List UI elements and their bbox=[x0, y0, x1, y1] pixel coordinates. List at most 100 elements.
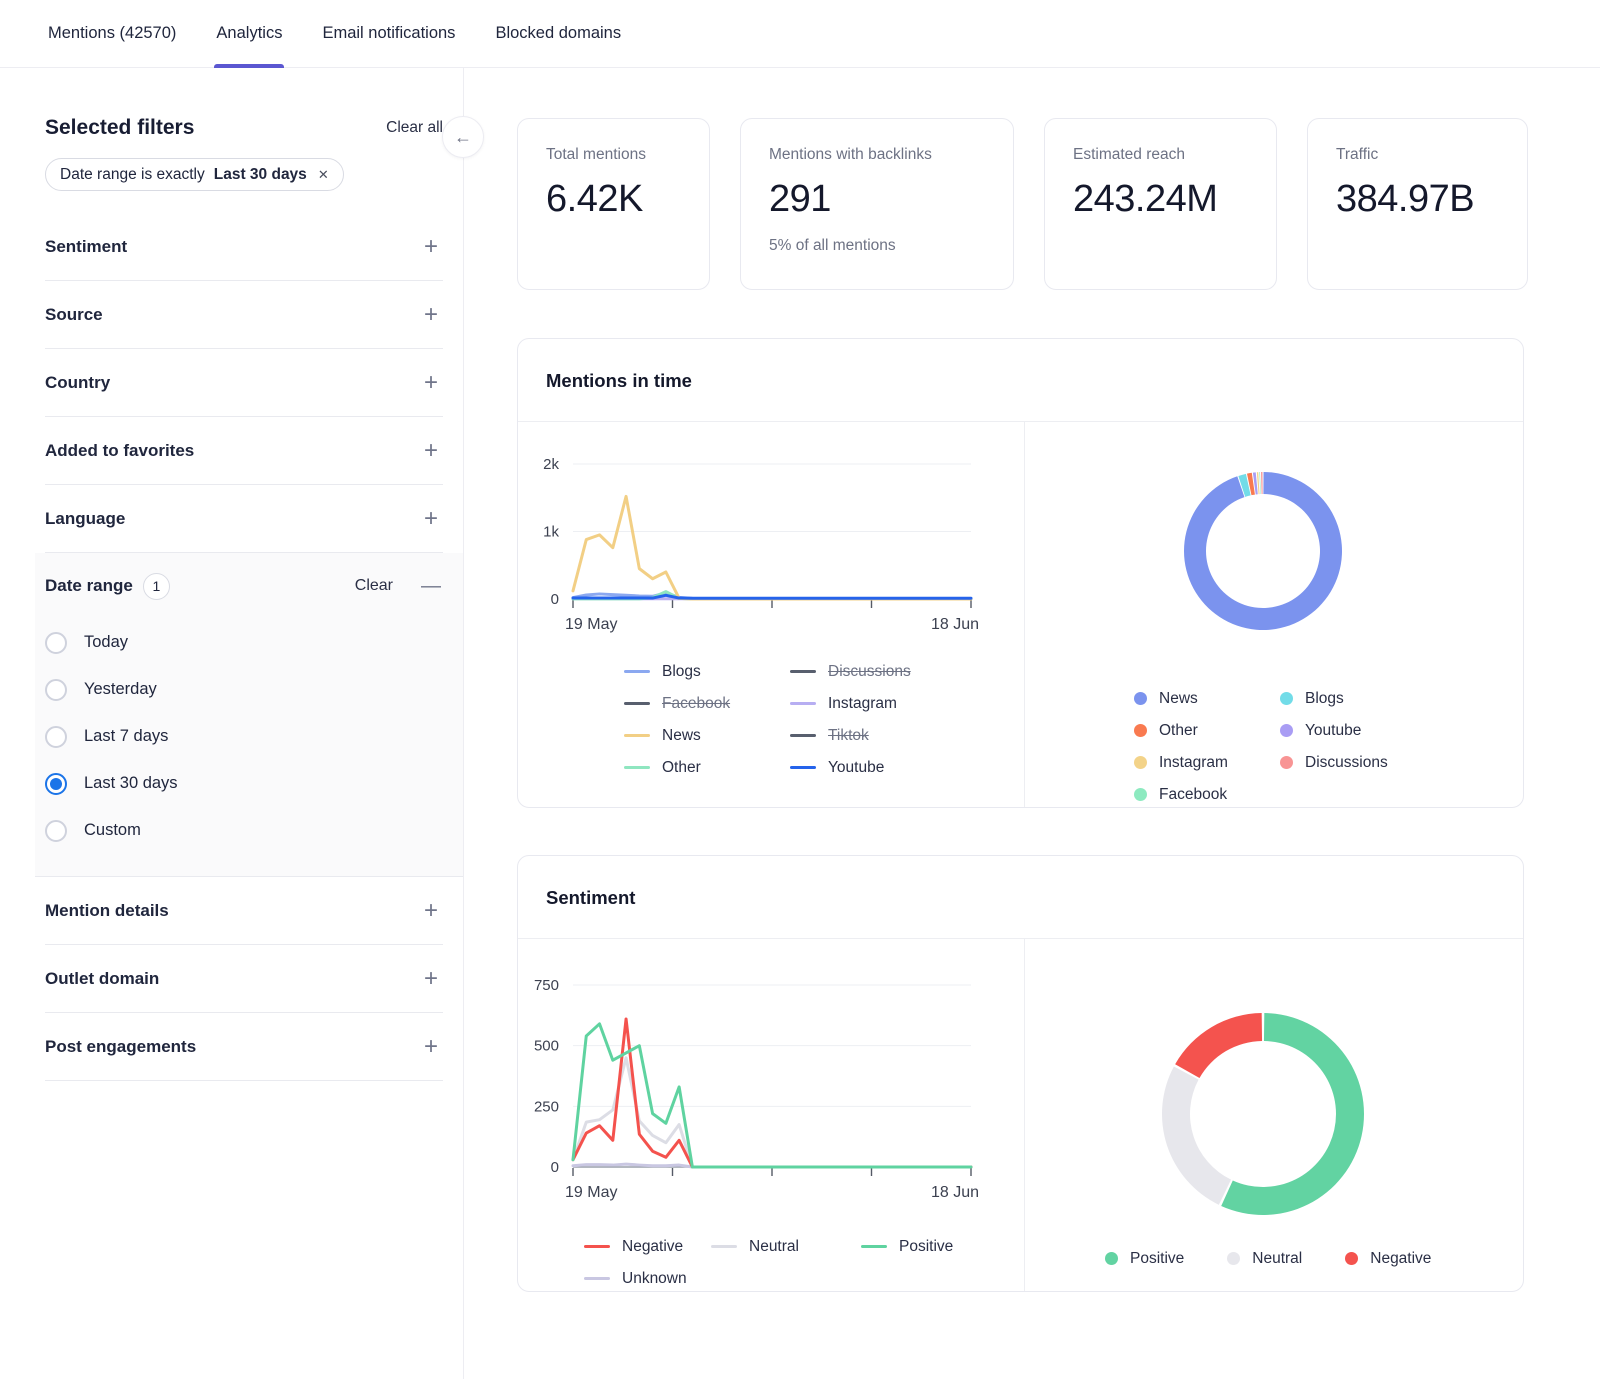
tab-email-notifications[interactable]: Email notifications bbox=[322, 0, 455, 68]
legend-marker bbox=[624, 702, 650, 705]
legend-item-other[interactable]: Other bbox=[1134, 718, 1280, 743]
plus-icon[interactable]: + bbox=[419, 899, 443, 923]
filter-chip[interactable]: Date range is exactly Last 30 days ✕ bbox=[45, 158, 344, 191]
legend-label: Youtube bbox=[828, 759, 884, 777]
close-icon[interactable]: ✕ bbox=[318, 167, 329, 183]
legend-marker bbox=[861, 1245, 887, 1248]
legend-item-tiktok[interactable]: Tiktok bbox=[790, 723, 970, 748]
radio-button[interactable] bbox=[45, 679, 67, 701]
filter-section-added-to-favorites[interactable]: Added to favorites + bbox=[45, 417, 443, 485]
filter-section-mention-details[interactable]: Mention details + bbox=[45, 877, 443, 945]
filter-sections-bottom: Mention details+Outlet domain+Post engag… bbox=[45, 877, 443, 1081]
collapse-sidebar-button[interactable]: ← bbox=[442, 116, 484, 158]
tab-blocked-domains[interactable]: Blocked domains bbox=[495, 0, 621, 68]
radio-label: Today bbox=[84, 633, 128, 652]
plus-icon[interactable]: + bbox=[419, 1035, 443, 1059]
legend-item-youtube[interactable]: Youtube bbox=[790, 755, 970, 780]
date-option-yesterday[interactable]: Yesterday bbox=[45, 666, 443, 713]
date-option-custom[interactable]: Custom bbox=[45, 807, 443, 854]
legend-marker bbox=[624, 766, 650, 769]
filter-section-post-engagements[interactable]: Post engagements+ bbox=[45, 1013, 443, 1081]
legend-label: Tiktok bbox=[828, 727, 869, 745]
legend-label: Instagram bbox=[1159, 754, 1228, 772]
legend-item-news[interactable]: News bbox=[1134, 686, 1280, 711]
radio-button[interactable] bbox=[45, 632, 67, 654]
stat-card-estimated-reach: Estimated reach243.24M bbox=[1044, 118, 1277, 290]
legend-item-blogs[interactable]: Blogs bbox=[624, 659, 790, 684]
filter-section-language[interactable]: Language+ bbox=[45, 485, 443, 553]
legend-item-positive[interactable]: Positive bbox=[861, 1234, 1011, 1259]
legend-item-facebook[interactable]: Facebook bbox=[1134, 782, 1280, 807]
tab-analytics[interactable]: Analytics bbox=[216, 0, 282, 68]
mentions-source-donut bbox=[1025, 422, 1525, 665]
legend-label: Youtube bbox=[1305, 722, 1361, 740]
legend-item-negative[interactable]: Negative bbox=[584, 1234, 711, 1259]
legend-item-negative[interactable]: Negative bbox=[1345, 1246, 1431, 1271]
legend-item-neutral[interactable]: Neutral bbox=[1227, 1246, 1302, 1271]
legend-item-youtube[interactable]: Youtube bbox=[1280, 718, 1450, 743]
svg-text:0: 0 bbox=[551, 1159, 559, 1176]
date-range-options: Today YesterdayLast 7 daysLast 30 daysCus… bbox=[45, 619, 443, 854]
legend-item-instagram[interactable]: Instagram bbox=[790, 691, 970, 716]
mentions-line-chart: 2k1k019 May18 Jun bbox=[518, 422, 1024, 637]
arrow-left-icon: ← bbox=[454, 127, 472, 148]
stats-row: Total mentions6.42KMentions with backlin… bbox=[517, 118, 1600, 290]
sentiment-donut bbox=[1025, 939, 1525, 1229]
legend-label: Instagram bbox=[828, 695, 897, 713]
plus-icon[interactable]: + bbox=[419, 967, 443, 991]
legend-item-instagram[interactable]: Instagram bbox=[1134, 750, 1280, 775]
radio-button[interactable] bbox=[45, 726, 67, 748]
selected-filters-title: Selected filters bbox=[45, 116, 194, 140]
filter-section-source[interactable]: Source + bbox=[45, 281, 443, 349]
plus-icon[interactable]: + bbox=[419, 235, 443, 259]
legend-item-discussions[interactable]: Discussions bbox=[790, 659, 970, 684]
date-option-last-7-days[interactable]: Last 7 days bbox=[45, 713, 443, 760]
legend-label: Blogs bbox=[1305, 690, 1344, 708]
legend-item-facebook[interactable]: Facebook bbox=[624, 691, 790, 716]
plus-icon[interactable]: + bbox=[419, 507, 443, 531]
radio-button[interactable] bbox=[45, 773, 67, 795]
filter-section-country[interactable]: Country + bbox=[45, 349, 443, 417]
svg-text:19 May: 19 May bbox=[565, 1184, 617, 1201]
legend-item-other[interactable]: Other bbox=[624, 755, 790, 780]
radio-button[interactable] bbox=[45, 820, 67, 842]
analytics-content: Total mentions6.42KMentions with backlin… bbox=[464, 68, 1600, 1379]
stat-card-traffic: Traffic384.97B bbox=[1307, 118, 1528, 290]
filter-section-label: Source bbox=[45, 305, 103, 325]
legend-item-discussions[interactable]: Discussions bbox=[1280, 750, 1450, 775]
filter-section-sentiment[interactable]: Sentiment+ bbox=[45, 213, 443, 281]
plus-icon[interactable]: + bbox=[419, 303, 443, 327]
date-option-last-30-days[interactable]: Last 30 days bbox=[45, 760, 443, 807]
plus-icon[interactable]: + bbox=[419, 439, 443, 463]
legend-marker bbox=[1280, 756, 1293, 769]
legend-label: Other bbox=[662, 759, 701, 777]
legend-item-unknown[interactable]: Unknown bbox=[584, 1266, 711, 1291]
filter-section-outlet-domain[interactable]: Outlet domain+ bbox=[45, 945, 443, 1013]
stat-value: 243.24M bbox=[1073, 178, 1248, 221]
legend-item-positive[interactable]: Positive bbox=[1105, 1246, 1184, 1271]
legend-item-neutral[interactable]: Neutral bbox=[711, 1234, 861, 1259]
date-range-clear-button[interactable]: Clear bbox=[355, 577, 393, 595]
stat-note: 5% of all mentions bbox=[769, 237, 985, 255]
legend-item-news[interactable]: News bbox=[624, 723, 790, 748]
legend-item-blogs[interactable]: Blogs bbox=[1280, 686, 1450, 711]
svg-text:2k: 2k bbox=[543, 456, 559, 473]
legend-marker bbox=[1105, 1252, 1118, 1265]
legend-marker bbox=[1134, 692, 1147, 705]
filter-section-label: Mention details bbox=[45, 901, 169, 921]
filter-chip-value: Last 30 days bbox=[214, 166, 307, 184]
svg-text:1k: 1k bbox=[543, 524, 559, 541]
svg-text:750: 750 bbox=[534, 977, 559, 994]
filter-section-label: Added to favorites bbox=[45, 441, 194, 461]
legend-label: Positive bbox=[1130, 1250, 1184, 1268]
mentions-in-time-title: Mentions in time bbox=[518, 339, 1523, 421]
plus-icon[interactable]: + bbox=[419, 371, 443, 395]
clear-all-button[interactable]: Clear all bbox=[386, 119, 443, 137]
date-option-today[interactable]: Today bbox=[45, 619, 443, 666]
svg-text:18 Jun: 18 Jun bbox=[931, 1184, 979, 1201]
legend-label: News bbox=[662, 727, 701, 745]
collapse-section-icon[interactable]: — bbox=[419, 575, 443, 598]
stat-label: Traffic bbox=[1336, 146, 1499, 164]
filter-section-label: Country bbox=[45, 373, 110, 393]
tab-mentions-[interactable]: Mentions (42570) bbox=[48, 0, 176, 68]
